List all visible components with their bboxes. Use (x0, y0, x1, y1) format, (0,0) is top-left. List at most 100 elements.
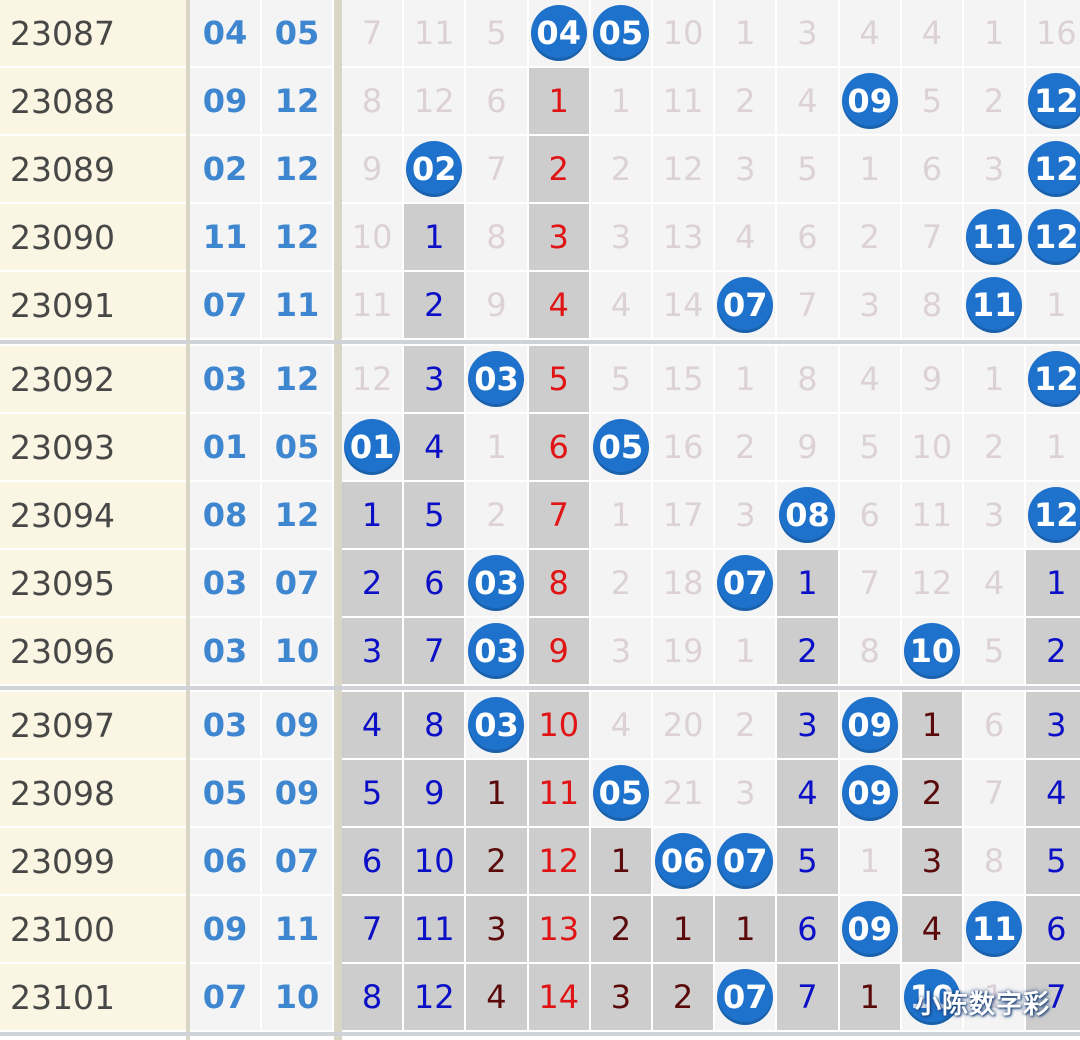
draw-number-cell: 11 (262, 896, 332, 962)
draw-number-cell: 07 (262, 550, 332, 616)
miss-count-cell: 7 (901, 204, 962, 270)
miss-count-cell: 4 (1026, 760, 1080, 826)
miss-count-cell: 8 (466, 204, 527, 270)
miss-count-cell: 2 (653, 964, 714, 1030)
miss-count-cell: 1 (1026, 272, 1080, 338)
miss-count-cell: 8 (964, 828, 1025, 894)
group-divider (0, 340, 1080, 344)
hit-cell: 12 (1026, 136, 1080, 202)
issue-number-cell: 23091 (0, 272, 186, 338)
draw-number-cell: 11 (190, 204, 260, 270)
draw-number-cell: 03 (190, 692, 260, 758)
issue-number-cell: 23099 (0, 828, 186, 894)
issue-number-cell: 23100 (0, 896, 186, 962)
miss-count-cell: 1 (528, 68, 589, 134)
draw-number-cell: 03 (190, 618, 260, 684)
miss-count-cell: 2 (964, 68, 1025, 134)
drawn-ball: 09 (841, 765, 898, 821)
miss-count-cell: 1 (1026, 550, 1080, 616)
miss-count-cell: 5 (590, 346, 651, 412)
miss-count-cell: 3 (777, 0, 838, 66)
miss-count-cell: 4 (777, 760, 838, 826)
hit-cell: 09 (839, 896, 900, 962)
miss-count-cell: 9 (901, 346, 962, 412)
miss-count-cell: 21 (653, 760, 714, 826)
miss-count-cell: 10 (528, 692, 589, 758)
miss-count-cell: 1 (466, 414, 527, 480)
hit-cell: 11 (964, 896, 1025, 962)
miss-count-cell: 6 (777, 204, 838, 270)
draw-number-cell: 09 (190, 896, 260, 962)
miss-count-cell: 4 (528, 272, 589, 338)
hit-cell: 01 (342, 414, 403, 480)
miss-count-cell: 1 (466, 760, 527, 826)
miss-count-cell: 1 (590, 482, 651, 548)
miss-count-cell: 6 (342, 828, 403, 894)
miss-count-cell: 3 (715, 760, 776, 826)
miss-count-cell: 3 (715, 482, 776, 548)
issue-number-cell: 23092 (0, 346, 186, 412)
draw-number-cell: 10 (262, 964, 332, 1030)
miss-count-cell: 3 (715, 136, 776, 202)
hit-cell: 05 (590, 0, 651, 66)
miss-count-cell: 14 (528, 964, 589, 1030)
miss-count-cell: 6 (1026, 896, 1080, 962)
miss-count-cell: 12 (653, 136, 714, 202)
miss-count-cell: 1 (839, 828, 900, 894)
hit-cell: 09 (839, 68, 900, 134)
hit-cell: 10 (901, 618, 962, 684)
miss-count-cell: 6 (901, 136, 962, 202)
miss-count-cell: 2 (901, 760, 962, 826)
drawn-ball: 12 (1028, 351, 1080, 407)
miss-count-cell: 4 (590, 692, 651, 758)
miss-count-cell: 1 (590, 828, 651, 894)
hit-cell: 09 (839, 692, 900, 758)
miss-count-cell: 10 (653, 0, 714, 66)
drawn-ball: 09 (841, 73, 898, 129)
lottery-trend-grid: 23087 04 05 7 11 5 04 05 10 1 3 4 4 1 16 23088 09 12 8 12 6 1… (0, 0, 1080, 1040)
miss-count-cell: 13 (528, 896, 589, 962)
drawn-ball: 03 (468, 623, 525, 679)
drawn-ball: 06 (655, 833, 712, 889)
miss-count-cell: 5 (777, 828, 838, 894)
miss-count-cell: 15 (653, 346, 714, 412)
miss-count-cell: 7 (404, 618, 465, 684)
issue-number-cell: 23101 (0, 964, 186, 1030)
miss-count-cell: 6 (528, 414, 589, 480)
drawn-ball: 04 (530, 5, 587, 61)
drawn-ball: 05 (592, 5, 649, 61)
miss-count-cell: 7 (466, 136, 527, 202)
issue-number-cell: 23090 (0, 204, 186, 270)
issue-number-cell: 23093 (0, 414, 186, 480)
miss-count-cell: 20 (653, 692, 714, 758)
miss-count-cell: 13 (653, 204, 714, 270)
miss-count-cell: 11 (404, 896, 465, 962)
miss-count-cell: 2 (342, 550, 403, 616)
miss-count-cell: 4 (590, 272, 651, 338)
hit-cell: 05 (590, 760, 651, 826)
draw-number-cell: 11 (262, 272, 332, 338)
miss-count-cell: 7 (342, 0, 403, 66)
draw-number-cell: 09 (190, 68, 260, 134)
miss-count-cell: 3 (964, 482, 1025, 548)
miss-count-cell: 4 (901, 0, 962, 66)
draw-number-cell: 06 (190, 828, 260, 894)
miss-count-cell: 1 (777, 550, 838, 616)
miss-count-cell: 1 (839, 964, 900, 1030)
draw-number-cell: 12 (262, 346, 332, 412)
miss-count-cell: 18 (653, 550, 714, 616)
miss-count-cell: 3 (1026, 692, 1080, 758)
miss-count-cell: 11 (653, 68, 714, 134)
miss-count-cell: 1 (590, 68, 651, 134)
miss-count-cell: 7 (342, 896, 403, 962)
miss-count-cell: 9 (404, 760, 465, 826)
hit-cell: 09 (839, 760, 900, 826)
miss-count-cell: 12 (901, 550, 962, 616)
hit-cell: 12 (1026, 346, 1080, 412)
draw-number-cell: 12 (262, 204, 332, 270)
miss-count-cell: 3 (528, 204, 589, 270)
drawn-ball: 07 (717, 969, 774, 1025)
issue-number-cell: 23087 (0, 0, 186, 66)
drawn-ball: 03 (468, 351, 525, 407)
drawn-ball: 07 (717, 277, 774, 333)
